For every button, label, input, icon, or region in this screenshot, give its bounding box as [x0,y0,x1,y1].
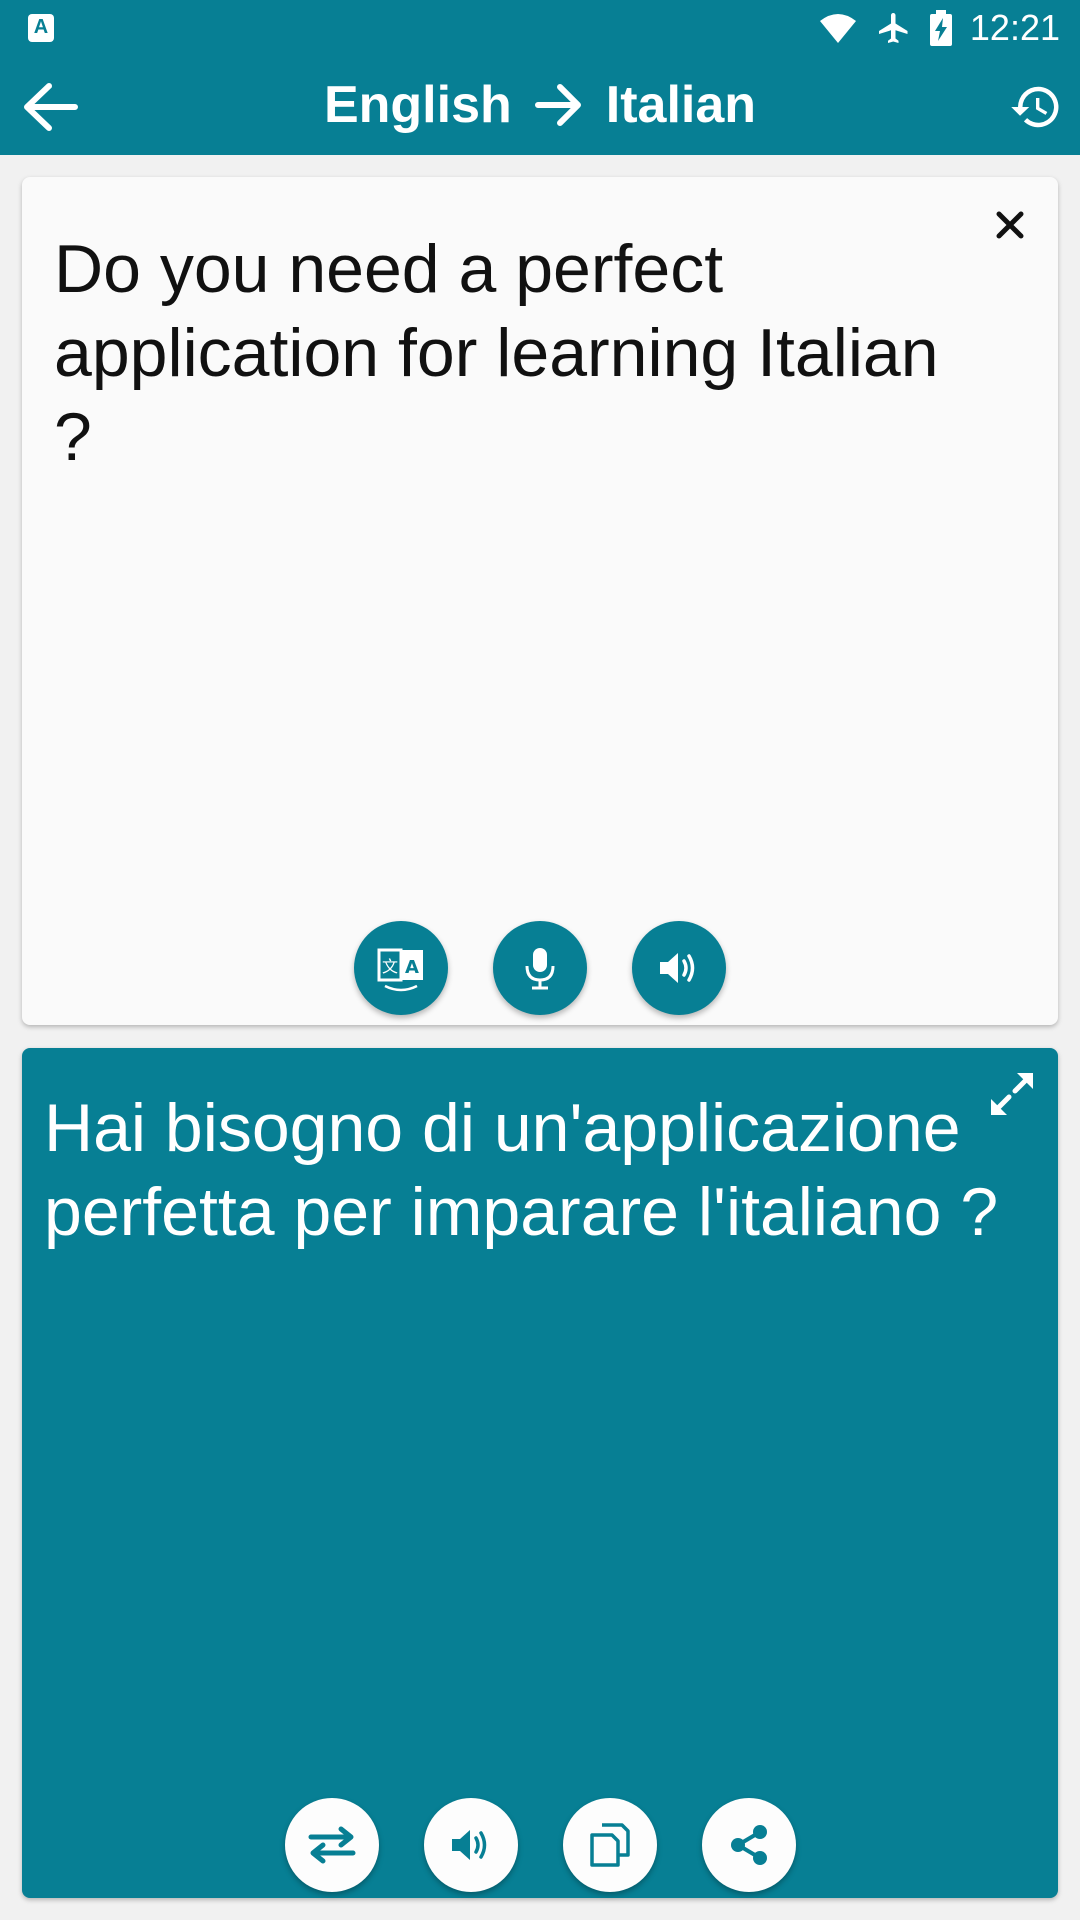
swap-icon [308,1826,355,1864]
expand-icon [991,1073,1033,1115]
speaker-icon [660,953,695,983]
app-bar: English Italian [0,55,1080,155]
copy-button[interactable] [562,1798,657,1892]
source-actions: 文 A [22,921,1058,1015]
microphone-button[interactable] [493,921,587,1015]
share-button[interactable] [701,1798,796,1892]
language-pair-title[interactable]: English Italian [0,55,1080,155]
translate-icon: 文 A [377,948,423,992]
translation-text: Hai bisogno di un'applicazione perfetta … [44,1090,999,1250]
copy-icon [589,1823,630,1867]
translate-button[interactable]: 文 A [354,921,448,1015]
share-icon [730,1825,767,1865]
battery-charging-icon [929,9,952,46]
speaker-icon [451,1830,486,1860]
svg-text:文: 文 [382,957,398,976]
status-icons: 12:21 [818,0,1060,55]
speak-translation-button[interactable] [423,1798,518,1892]
history-icon [1011,86,1059,128]
arrow-right-icon [534,84,581,126]
status-bar: A 12:21 [0,0,1080,55]
translate-app-icon: A [28,14,54,42]
target-language-label: Italian [605,76,757,134]
microphone-icon [525,948,555,990]
status-time: 12:21 [969,6,1060,48]
close-icon [996,211,1024,239]
clear-button[interactable] [982,197,1038,253]
translation-actions [22,1798,1058,1892]
svg-text:A: A [405,957,419,978]
speak-source-button[interactable] [632,921,726,1015]
history-button[interactable] [1004,75,1068,139]
source-text-input[interactable]: Do you need a perfect application for le… [54,227,954,479]
source-card: Do you need a perfect application for le… [22,177,1058,1025]
translation-card: Hai bisogno di un'applicazione perfetta … [22,1048,1058,1898]
source-language-label: English [323,76,512,134]
expand-button[interactable] [980,1062,1044,1126]
wifi-icon [819,13,856,43]
swap-languages-button[interactable] [284,1798,379,1892]
airplane-icon [878,12,908,43]
